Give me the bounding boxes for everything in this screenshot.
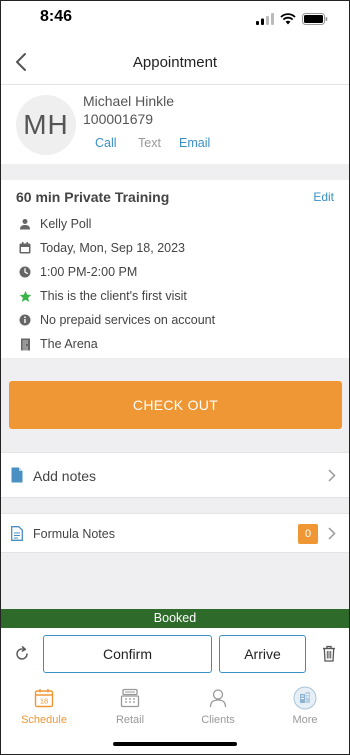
- email-link[interactable]: Email: [179, 136, 210, 150]
- check-out-button[interactable]: CHECK OUT: [9, 381, 342, 429]
- client-id: 100001679: [83, 111, 154, 127]
- nav-bar: Appointment: [0, 40, 350, 84]
- tab-schedule[interactable]: 18 Schedule: [14, 686, 74, 726]
- text-link[interactable]: Text: [138, 136, 161, 150]
- location-row: The Arena: [18, 335, 98, 353]
- tab-more-label: More: [292, 714, 318, 726]
- calendar-icon: [18, 241, 32, 255]
- staff-row: Kelly Poll: [18, 215, 91, 233]
- appointment-date: Today, Mon, Sep 18, 2023: [40, 241, 186, 255]
- tab-bar: 18 Schedule Retail Clients More: [0, 682, 350, 755]
- refresh-icon[interactable]: [14, 646, 30, 662]
- battery-icon: [302, 13, 328, 25]
- action-bar: Confirm Arrive: [0, 628, 350, 682]
- signal-icon: [256, 13, 274, 25]
- person-icon: [18, 217, 32, 231]
- appointment-details: 60 min Private Training Edit Kelly Poll …: [0, 180, 350, 358]
- calendar-day: 18: [40, 697, 48, 706]
- booked-status-bar: Booked: [0, 609, 350, 628]
- chevron-right-icon: [328, 527, 336, 540]
- location-text: The Arena: [40, 337, 98, 351]
- clients-icon: [206, 686, 230, 710]
- client-name: Michael Hinkle: [83, 93, 175, 109]
- tab-clients[interactable]: Clients: [188, 686, 248, 726]
- clock-icon: [18, 265, 32, 279]
- avatar[interactable]: MH: [16, 95, 76, 155]
- document-outline-icon: [11, 526, 23, 541]
- home-indicator: [113, 742, 237, 746]
- formula-notes-label: Formula Notes: [33, 527, 115, 541]
- document-icon: [11, 467, 23, 483]
- time-row: 1:00 PM-2:00 PM: [18, 263, 137, 281]
- confirm-button[interactable]: Confirm: [43, 635, 212, 673]
- staff-name: Kelly Poll: [40, 217, 92, 231]
- appointment-time: 1:00 PM-2:00 PM: [40, 265, 138, 279]
- status-icons: [256, 13, 328, 25]
- status-bar: 8:46: [0, 0, 350, 40]
- more-icon: [293, 686, 317, 710]
- calendar-tab-icon: 18: [32, 686, 56, 710]
- tab-retail[interactable]: Retail: [100, 686, 160, 726]
- trash-icon[interactable]: [322, 645, 336, 662]
- status-time: 8:46: [40, 8, 73, 25]
- service-name: 60 min Private Training: [16, 189, 170, 205]
- tab-schedule-label: Schedule: [21, 714, 67, 726]
- formula-count-badge: 0: [298, 524, 318, 544]
- door-icon: [18, 337, 32, 351]
- add-notes-label: Add notes: [33, 468, 97, 484]
- prepaid-row: No prepaid services on account: [18, 311, 215, 329]
- wifi-icon: [280, 13, 296, 25]
- client-card: MH Michael Hinkle 100001679 Call Text Em…: [0, 84, 350, 164]
- first-visit-text: This is the client's first visit: [40, 289, 187, 303]
- arrive-button[interactable]: Arrive: [219, 635, 306, 673]
- add-notes-row[interactable]: Add notes: [0, 452, 350, 498]
- register-icon: [118, 686, 142, 710]
- page-title: Appointment: [132, 54, 218, 71]
- call-link[interactable]: Call: [95, 136, 117, 150]
- first-visit-row: This is the client's first visit: [18, 287, 187, 305]
- formula-notes-row[interactable]: Formula Notes 0: [0, 513, 350, 553]
- date-row: Today, Mon, Sep 18, 2023: [18, 239, 185, 257]
- edit-link[interactable]: Edit: [313, 190, 334, 204]
- tab-clients-label: Clients: [201, 714, 235, 726]
- info-icon: [18, 313, 32, 327]
- chevron-right-icon: [328, 469, 336, 482]
- prepaid-text: No prepaid services on account: [40, 313, 216, 327]
- star-icon: [18, 289, 32, 303]
- tab-retail-label: Retail: [115, 714, 145, 726]
- tab-more[interactable]: More: [275, 686, 335, 726]
